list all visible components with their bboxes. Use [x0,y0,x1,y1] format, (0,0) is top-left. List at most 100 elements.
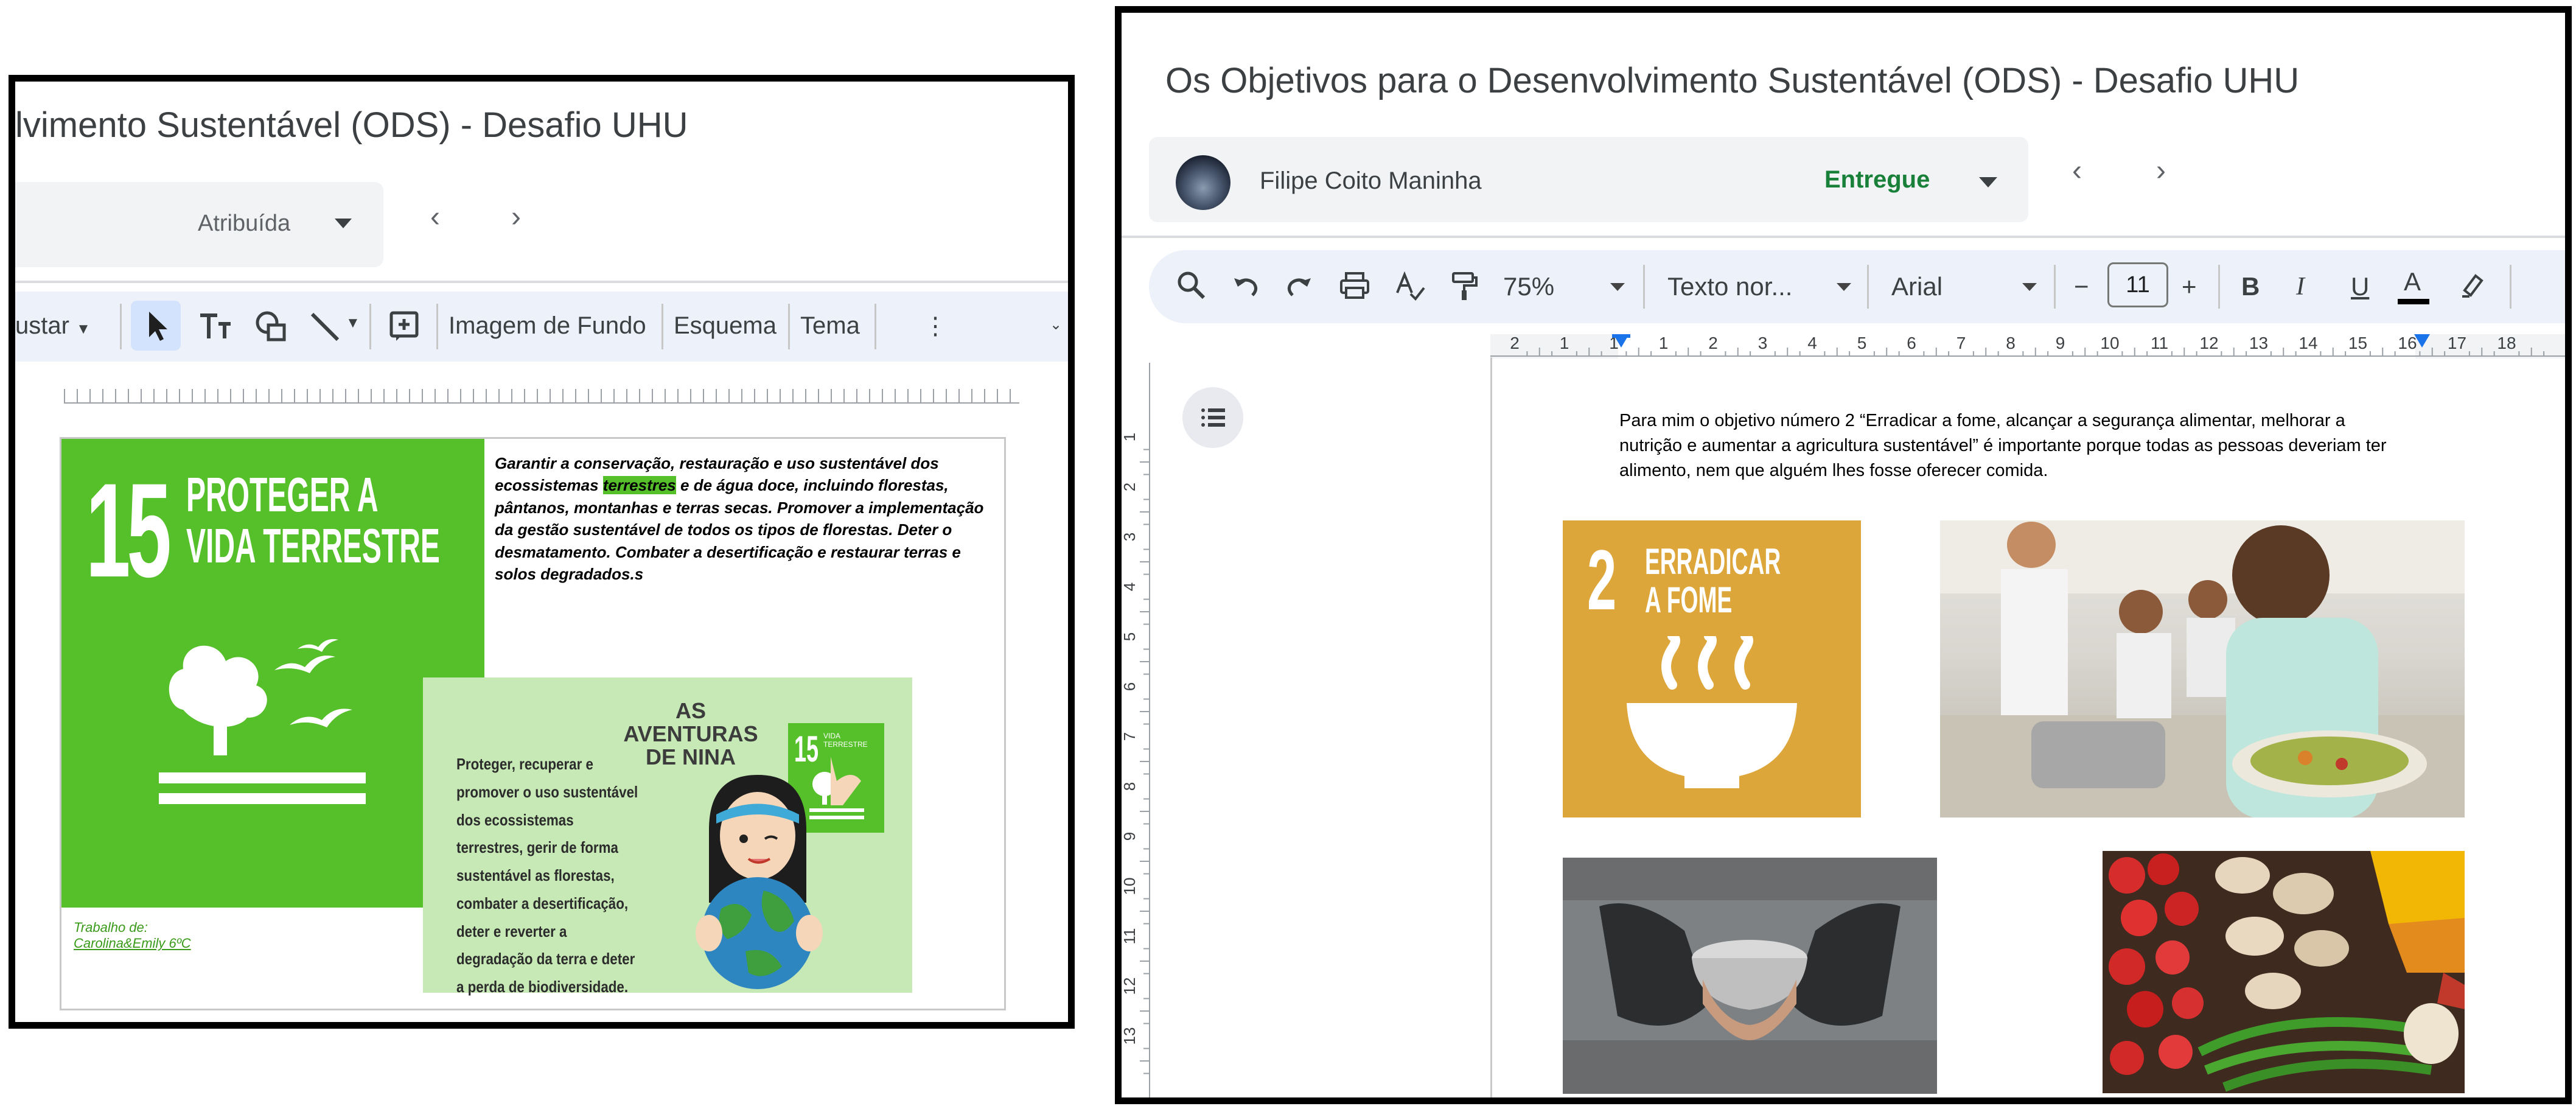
redo-icon[interactable] [1283,268,1317,303]
divider [15,281,1068,283]
italic-button[interactable]: I [2296,272,2305,301]
style-dropdown-icon[interactable] [1837,283,1851,291]
spellcheck-icon[interactable] [1392,268,1426,303]
document-paragraph[interactable]: Para mim o objetivo número 2 “Erradicar … [1619,408,2410,484]
slide-description: Garantir a conservação, restauração e us… [495,452,988,585]
font-select[interactable]: Arial [1891,272,1942,301]
line-button[interactable] [301,301,351,351]
sdg15-tile: 15 PROTEGER A VIDA TERRESTRE [61,439,484,908]
ruler-number: 6 [1122,682,1139,691]
increase-font-size-button[interactable]: + [2182,272,2197,301]
zoom-select[interactable]: 75% [1503,272,1554,301]
ruler-number: 11 [1122,928,1139,945]
text-color-button[interactable]: A [2404,267,2421,296]
credit-text: Trabalho de: Carolina&Emily 6ºC [74,920,191,952]
line-dropdown-icon[interactable]: ▼ [346,315,360,332]
decrease-font-size-button[interactable]: − [2074,272,2089,301]
ruler-number: 8 [2006,334,2016,352]
docs-toolbar: 75% Texto nor... Arial − 11 + B I U A [1149,250,2565,323]
paint-format-icon[interactable] [1447,268,1481,303]
paragraph-style-select[interactable]: Texto nor... [1667,272,1792,301]
font-size-input[interactable]: 11 [2107,262,2168,307]
ruler-number: 6 [1907,334,1916,352]
sdg15-title: PROTEGER A VIDA TERRESTRE [186,469,440,572]
previous-student-button[interactable]: ‹ [430,200,440,234]
toolbar-divider [2510,265,2511,309]
ruler-number: 1 [1122,433,1139,441]
highlighter-icon[interactable] [2456,270,2488,301]
toolbar-divider [2054,265,2056,309]
credit-line2: Carolina&Emily 6ºC [74,936,191,951]
ruler-number: 13 [1122,1027,1139,1045]
bowl-icon [1627,636,1797,788]
text-box-button[interactable] [190,301,240,351]
chevron-down-icon[interactable]: ⌄ [1050,316,1062,334]
select-tool-button[interactable] [131,301,181,351]
toolbar-divider [661,304,663,349]
status-dropdown-icon[interactable] [335,219,352,228]
status-bar: Atribuída [15,182,383,267]
text-color-swatch [2398,299,2429,304]
add-comment-icon [389,311,419,341]
bold-button[interactable]: B [2241,272,2260,301]
adjust-menu-button[interactable]: ustar ▼ [15,312,91,340]
print-icon[interactable] [1338,268,1372,303]
ruler-number: 9 [1122,832,1139,841]
insert-comment-button[interactable] [379,301,429,351]
toolbar-divider [1643,265,1645,309]
hands-bowl-photo [1563,858,1937,1094]
ruler-number: 17 [2448,334,2466,352]
background-image-button[interactable]: Imagem de Fundo [449,312,646,340]
zoom-dropdown-icon[interactable] [1610,283,1625,291]
adjust-label: ustar [15,312,69,339]
ruler-number: 1 [1659,334,1669,352]
sdg2-title-line2: A FOME [1645,579,1733,620]
document-outline-button[interactable] [1182,387,1243,448]
slides-toolbar: ustar ▼ ▼ Imagem de Fundo Esquema Tema ⋮… [15,292,1068,362]
previous-student-button[interactable]: ‹ [2072,154,2082,187]
slide-canvas[interactable]: 15 PROTEGER A VIDA TERRESTRE Garantir a … [60,437,1006,1010]
nina-character-illustration [696,757,861,989]
avatar [1176,155,1230,210]
search-icon[interactable] [1173,267,1210,304]
ruler-number: 10 [1122,878,1139,895]
chevron-down-icon: ▼ [76,321,91,337]
first-line-indent-marker[interactable] [1612,334,1630,338]
docs-window: Os Objetivos para o Desenvolvimento Sust… [1115,6,2572,1104]
horizontal-ruler: 2 1 1 1 2 3 4 5 6 7 8 9 10 11 12 13 14 15 16 17 18 [1490,334,2565,359]
shape-button[interactable] [246,301,296,351]
student-bar: Filipe Coito Maninha Entregue [1149,137,2028,222]
sdg2-title: ERRADICAR A FOME [1645,542,1781,619]
shape-icon [256,311,286,341]
layout-button[interactable]: Esquema [674,312,777,340]
status-label: Entregue [1824,166,1930,193]
toolbar-divider [788,304,790,349]
sdg15-title-line1: PROTEGER A [186,467,379,522]
ruler-baseline [64,402,1019,404]
theme-button[interactable]: Tema [800,312,860,340]
sdg2-title-line1: ERRADICAR [1645,541,1781,582]
ruler-number: 11 [2151,334,2168,352]
status-dropdown-icon[interactable] [1979,177,1997,187]
ruler-number: 18 [2497,334,2516,352]
ruler-number: 7 [1956,334,1966,352]
sdg2-number: 2 [1587,532,1617,628]
vertical-ruler: 12345678910111213 [1122,363,1152,1097]
ruler-number: 2 [1122,483,1139,491]
next-student-button[interactable]: › [2156,154,2166,187]
comic-text: Proteger, recuperar e promover o uso sus… [456,755,638,996]
font-dropdown-icon[interactable] [2022,283,2037,291]
more-options-button[interactable]: ⋮ [923,312,948,340]
cursor-icon [149,312,167,341]
highlighted-word: terrestres [602,476,676,495]
comic-title-line1: AS AVENTURAS [623,698,758,746]
ruler-number: 9 [2056,334,2065,352]
ruler-number: 3 [1122,533,1139,541]
ruler-number: 12 [1122,978,1139,995]
ruler-number: 16 [2398,334,2417,352]
undo-icon[interactable] [1228,268,1262,303]
sdg2-tile: 2 ERRADICAR A FOME [1563,520,1861,817]
next-student-button[interactable]: › [511,200,521,234]
slides-window: lvimento Sustentável (ODS) - Desafio UHU… [9,75,1075,1029]
underline-button[interactable]: U [2351,272,2369,301]
